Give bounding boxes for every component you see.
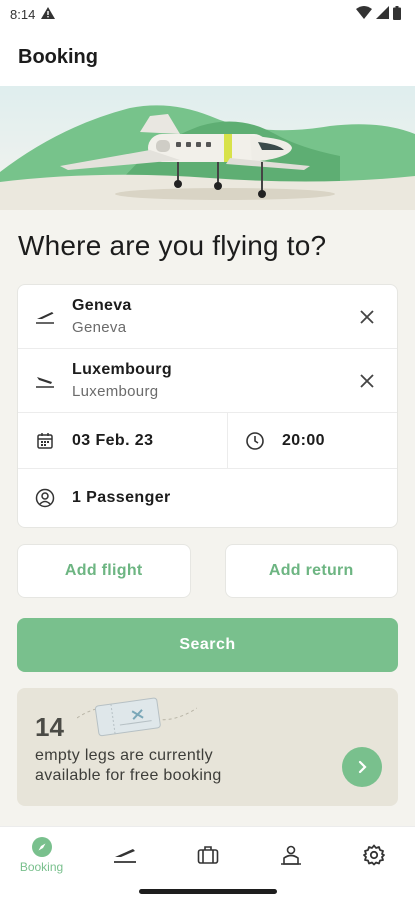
person-circle-icon [34,488,56,508]
status-left: 8:14 [10,6,56,22]
departure-city: Geneva [72,319,127,336]
passenger-field[interactable]: 1 Passenger [18,469,397,527]
nav-booking[interactable]: Booking [0,827,83,882]
gear-icon [362,844,385,865]
date-time-row: 03 Feb. 23 20:00 [18,413,397,469]
calendar-icon [34,432,56,450]
status-bar: 8:14 [0,0,415,28]
hero-illustration [0,86,415,210]
clock-icon [244,431,266,451]
gesture-bar [0,882,415,900]
warning-icon [41,6,56,22]
status-time: 8:14 [10,6,36,22]
add-buttons: Add flight Add return [17,544,398,598]
battery-icon [393,5,401,23]
add-return-button[interactable]: Add return [224,544,398,598]
plane-landing-icon [34,374,56,388]
ticket-illustration [77,697,197,737]
clear-departure-button[interactable] [357,307,377,327]
arrival-texts: Luxembourg Luxembourg [72,361,172,400]
plane-takeoff-icon [113,848,136,863]
nav-settings[interactable] [332,827,415,882]
luggage-icon [197,845,218,864]
jet-illustration [0,86,415,210]
nav-trips[interactable] [166,827,249,882]
departure-texts: Geneva Geneva [72,297,132,336]
nav-booking-label: Booking [19,859,64,874]
wifi-icon [356,6,372,22]
arrival-field[interactable]: Luxembourg Luxembourg [18,349,397,413]
departure-field[interactable]: Geneva Geneva [18,285,397,349]
time-value: 20:00 [282,431,325,449]
close-icon [360,309,374,324]
page-title: Booking [18,45,98,68]
time-field[interactable]: 20:00 [227,413,397,468]
bottom-navigation: Booking [0,826,415,882]
arrival-name: Luxembourg [72,361,172,378]
search-button[interactable]: Search [17,618,398,672]
route-card: Geneva Geneva Luxembourg Luxembourg 03 F… [17,284,398,528]
passenger-value: 1 Passenger [72,489,171,506]
date-field[interactable]: 03 Feb. 23 [18,413,227,468]
home-indicator[interactable] [138,888,277,894]
booking-screen: 8:14 Booking Where are you flying to? Ge… [0,0,415,900]
page-heading: Where are you flying to? [18,230,327,261]
nav-flights[interactable] [83,827,166,882]
empty-legs-count: 14 [35,712,64,742]
arrival-city: Luxembourg [72,383,159,400]
empty-legs-card[interactable]: 14 empty legs are currently available fo… [17,688,398,806]
chevron-right-icon [358,760,367,774]
person-icon [280,845,301,865]
add-flight-button[interactable]: Add flight [17,544,191,598]
departure-name: Geneva [72,297,132,314]
plane-takeoff-icon [34,310,56,324]
date-value: 03 Feb. 23 [72,431,154,449]
empty-legs-text: empty legs are currently available for f… [35,747,222,784]
close-icon [360,373,374,388]
app-bar: Booking [0,28,415,86]
empty-legs-arrow-button[interactable] [342,747,382,787]
nav-profile[interactable] [249,827,332,882]
clear-arrival-button[interactable] [357,371,377,391]
status-right [356,5,401,23]
compass-icon [31,836,52,857]
signal-icon [376,6,389,22]
